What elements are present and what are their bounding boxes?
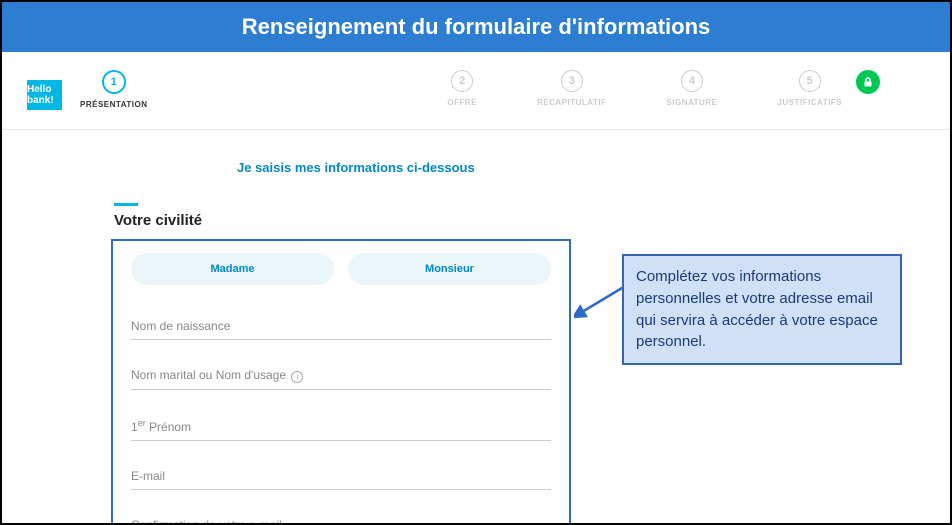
content-area: Hello bank! 1 PRÉSENTATION 2 OFFRE 3 RÉC… — [2, 52, 950, 523]
email-label: E-mail — [131, 469, 165, 483]
callout-box: Complétez vos informations personnelles … — [622, 254, 902, 365]
lock-icon — [856, 70, 880, 94]
step-recapitulatif[interactable]: 3 RÉCAPITULATIF — [537, 70, 606, 107]
prenom-suffix: Prénom — [146, 420, 191, 434]
step-circle-2: 2 — [451, 70, 473, 92]
step-label-5: JUSTIFICATIFS — [777, 98, 842, 107]
nom-naissance-field[interactable]: Nom de naissance — [131, 313, 551, 340]
step-label-4: SIGNATURE — [666, 98, 717, 107]
civility-row: Madame Monsieur — [131, 253, 551, 285]
civility-madame-button[interactable]: Madame — [131, 253, 334, 285]
header-bar: Renseignement du formulaire d'informatio… — [2, 2, 950, 52]
step-signature[interactable]: 4 SIGNATURE — [666, 70, 717, 107]
email-confirm-field[interactable]: Confirmation de votre e-mail — [131, 512, 551, 525]
hello-bank-logo: Hello bank! — [27, 80, 62, 110]
step-justificatifs[interactable]: 5 JUSTIFICATIFS — [777, 70, 842, 107]
step-circle-1: 1 — [102, 70, 126, 94]
prenom-sup: er — [138, 418, 146, 428]
instruction-text: Je saisis mes informations ci-dessous — [237, 160, 950, 175]
nom-marital-label: Nom marital ou Nom d'usage — [131, 368, 286, 382]
logo-text: Hello bank! — [27, 84, 62, 106]
email-field[interactable]: E-mail — [131, 463, 551, 490]
callout-text: Complétez vos informations personnelles … — [636, 268, 878, 350]
email-confirm-label: Confirmation de votre e-mail — [131, 518, 282, 525]
prenom-prefix: 1 — [131, 420, 138, 434]
step-offre[interactable]: 2 OFFRE — [447, 70, 477, 107]
step-label-2: OFFRE — [447, 98, 477, 107]
info-icon[interactable]: i — [291, 371, 303, 383]
progress-stepper: 1 PRÉSENTATION 2 OFFRE 3 RÉCAPITULATIF 4… — [2, 70, 950, 130]
form-container: Madame Monsieur Nom de naissance Nom mar… — [111, 239, 571, 525]
page-container: Renseignement du formulaire d'informatio… — [0, 0, 952, 525]
step-circle-4: 4 — [681, 70, 703, 92]
page-title: Renseignement du formulaire d'informatio… — [242, 14, 711, 39]
step-circle-3: 3 — [561, 70, 583, 92]
step-label-3: RÉCAPITULATIF — [537, 98, 606, 107]
prenom-field[interactable]: 1er Prénom — [131, 412, 551, 441]
step-label-1: PRÉSENTATION — [80, 100, 147, 109]
nom-marital-field[interactable]: Nom marital ou Nom d'usage i — [131, 362, 551, 390]
civility-monsieur-button[interactable]: Monsieur — [348, 253, 551, 285]
section-title: Votre civilité — [114, 212, 950, 229]
section-divider — [114, 203, 138, 206]
nom-naissance-label: Nom de naissance — [131, 319, 230, 333]
step-circle-5: 5 — [799, 70, 821, 92]
step-presentation[interactable]: 1 PRÉSENTATION — [80, 70, 147, 109]
